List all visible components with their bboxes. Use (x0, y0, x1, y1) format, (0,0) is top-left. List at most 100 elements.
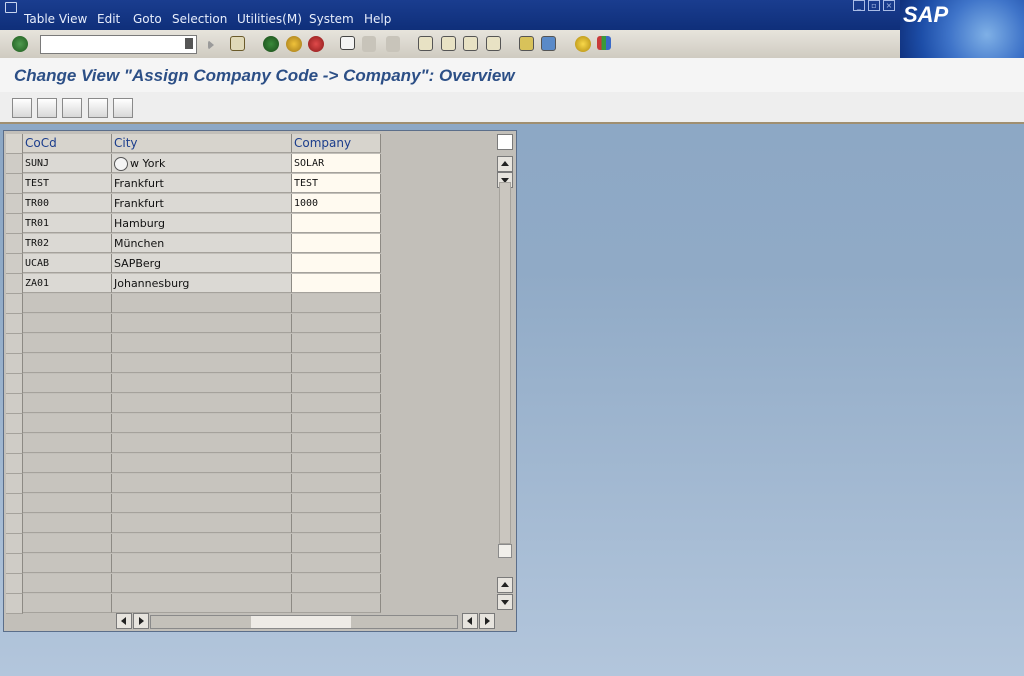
row-selector[interactable] (6, 334, 23, 354)
system-menu-icon[interactable] (5, 2, 17, 13)
row-selector[interactable] (6, 434, 23, 454)
cell-cocd (23, 554, 112, 573)
menu-bar: Table View Edit Goto Selection Utilities… (0, 0, 1024, 30)
window-controls: _ ▫ × (853, 0, 895, 11)
command-field[interactable] (40, 35, 197, 54)
find-icon[interactable] (362, 36, 376, 52)
column-header-city[interactable]: City (112, 134, 292, 153)
back-icon[interactable] (263, 36, 279, 52)
find-next-icon[interactable] (386, 36, 400, 52)
scroll-up-icon[interactable] (497, 156, 513, 172)
select-block-icon[interactable] (88, 98, 108, 118)
save-icon[interactable] (230, 36, 245, 51)
cell-company (292, 294, 381, 313)
cell-cocd (23, 354, 112, 373)
row-selector[interactable] (6, 354, 23, 374)
help-icon[interactable] (575, 36, 591, 52)
menu-system[interactable]: System (309, 12, 354, 26)
cell-company[interactable]: 1000 (292, 194, 381, 213)
cell-company[interactable] (292, 254, 381, 273)
layout-icon[interactable] (597, 36, 611, 50)
print-icon[interactable] (340, 36, 355, 50)
cell-company[interactable]: TEST (292, 174, 381, 193)
cancel-icon[interactable] (308, 36, 324, 52)
menu-edit[interactable]: Edit (97, 12, 120, 26)
row-selector[interactable] (6, 294, 23, 314)
cell-city (112, 534, 292, 553)
enter-icon[interactable] (12, 36, 28, 52)
cell-company[interactable]: SOLAR (292, 154, 381, 173)
column-header-cocd[interactable]: CoCd (23, 134, 112, 153)
close-icon[interactable]: × (883, 0, 895, 11)
vertical-scroll-track[interactable] (499, 182, 511, 544)
cell-company (292, 474, 381, 493)
cell-company[interactable] (292, 234, 381, 253)
row-selector[interactable] (6, 254, 23, 274)
scroll-right-icon[interactable] (133, 613, 149, 629)
row-selector[interactable] (6, 194, 23, 214)
menu-help[interactable]: Help (364, 12, 391, 26)
row-selector[interactable] (6, 474, 23, 494)
cell-cocd (23, 454, 112, 473)
restore-icon[interactable]: ▫ (868, 0, 880, 11)
column-header-company[interactable]: Company (292, 134, 381, 153)
undo-change-icon[interactable] (37, 98, 57, 118)
exit-icon[interactable] (286, 36, 302, 52)
vertical-scroll-thumb[interactable] (498, 544, 512, 558)
vertical-scrollbar[interactable] (496, 134, 513, 610)
command-field-dropdown-icon[interactable] (185, 38, 193, 49)
minimize-icon[interactable]: _ (853, 0, 865, 11)
row-selector[interactable] (6, 514, 23, 534)
row-selector[interactable] (6, 534, 23, 554)
row-selector[interactable] (6, 214, 23, 234)
cell-company[interactable] (292, 214, 381, 233)
row-selector[interactable] (6, 574, 23, 594)
row-selector[interactable] (6, 374, 23, 394)
cell-company[interactable] (292, 274, 381, 293)
display-change-icon[interactable] (12, 98, 32, 118)
shortcut-icon[interactable] (541, 36, 556, 51)
deselect-all-icon[interactable] (113, 98, 133, 118)
row-selector[interactable] (6, 414, 23, 434)
screen-title-bar: Change View "Assign Company Code -> Comp… (0, 58, 1024, 93)
horizontal-scroll-track[interactable] (150, 615, 458, 629)
last-page-icon[interactable] (486, 36, 501, 51)
table-settings-icon[interactable] (497, 134, 513, 150)
select-all-rows-button[interactable] (6, 134, 23, 154)
row-selector[interactable] (6, 494, 23, 514)
next-page-icon[interactable] (463, 36, 478, 51)
menu-selection[interactable]: Selection (172, 12, 227, 26)
cell-cocd (23, 294, 112, 313)
create-session-icon[interactable] (519, 36, 534, 51)
page-left-icon[interactable] (462, 613, 478, 629)
scroll-left-icon[interactable] (116, 613, 132, 629)
cell-cocd (23, 534, 112, 553)
row-selector[interactable] (6, 554, 23, 574)
horizontal-scrollbar[interactable] (116, 613, 496, 629)
cell-company (292, 574, 381, 593)
row-selector[interactable] (6, 174, 23, 194)
row-selector[interactable] (6, 154, 23, 174)
select-all-icon[interactable] (62, 98, 82, 118)
row-selector[interactable] (6, 454, 23, 474)
row-selector[interactable] (6, 394, 23, 414)
menu-utilities[interactable]: Utilities(M) (237, 12, 302, 26)
page-down-icon[interactable] (497, 594, 513, 610)
cell-company (292, 554, 381, 573)
row-selector[interactable] (6, 594, 23, 614)
first-page-icon[interactable] (418, 36, 433, 51)
menu-goto[interactable]: Goto (133, 12, 162, 26)
cell-city: w York (112, 154, 292, 173)
cell-city (112, 514, 292, 533)
row-selector[interactable] (6, 234, 23, 254)
previous-page-icon[interactable] (441, 36, 456, 51)
row-selector[interactable] (6, 274, 23, 294)
collapse-icon[interactable] (208, 40, 222, 50)
cell-company (292, 394, 381, 413)
row-selector[interactable] (6, 314, 23, 334)
page-right-icon[interactable] (479, 613, 495, 629)
menu-table-view[interactable]: Table View (24, 12, 87, 26)
page-up-icon[interactable] (497, 577, 513, 593)
cell-company (292, 454, 381, 473)
horizontal-scroll-thumb[interactable] (251, 616, 351, 628)
